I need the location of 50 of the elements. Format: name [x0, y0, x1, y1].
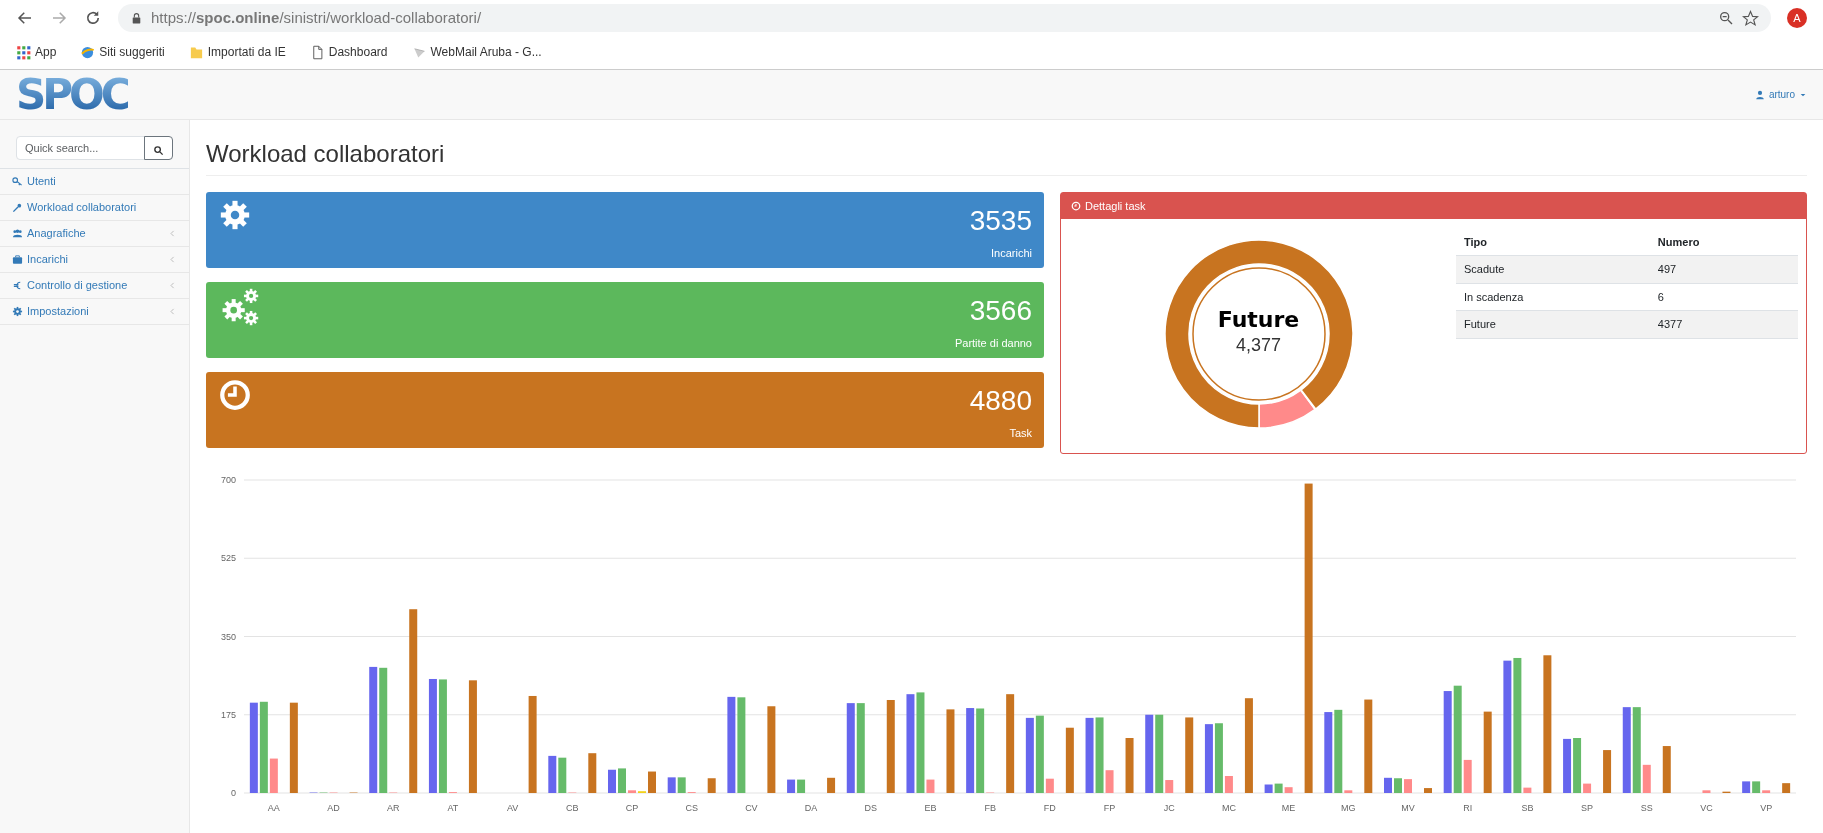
x-tick-label: FP — [1103, 802, 1116, 813]
x-tick-label: CB — [566, 802, 579, 813]
donut-center-value: 4,377 — [1235, 334, 1281, 358]
stat-label: Partite di danno — [954, 336, 1032, 352]
x-tick-label: MC — [1221, 802, 1236, 813]
column-header: Numero — [1649, 228, 1798, 256]
x-tick-label: AV — [506, 802, 519, 813]
x-tick-label: FB — [984, 802, 996, 813]
stat-value: 4880 — [969, 385, 1032, 417]
y-tick-label: 700 — [220, 474, 236, 485]
x-tick-label: DA — [804, 802, 818, 813]
y-tick-label: 350 — [220, 631, 236, 642]
table-cell: In scadenza — [1456, 283, 1650, 311]
x-tick-label: CS — [685, 802, 698, 813]
x-tick-label: MV — [1401, 802, 1415, 813]
donut-center-label: Future — [1217, 308, 1300, 333]
x-tick-label: CP — [625, 802, 639, 813]
x-tick-label: AD — [327, 802, 340, 813]
x-tick-label: SP — [1581, 802, 1594, 813]
x-tick-label: AR — [386, 802, 400, 813]
table-cell: Scadute — [1456, 255, 1650, 284]
x-tick-label: CV — [745, 802, 758, 813]
x-tick-label: JC — [1163, 802, 1175, 813]
x-tick-label: EB — [924, 802, 937, 813]
x-tick-label: VP — [1760, 802, 1773, 813]
page-title: Workload collaboratori — [206, 140, 1807, 176]
y-tick-label: 0 — [231, 787, 236, 798]
y-tick-label: 525 — [220, 553, 236, 564]
x-tick-label: SB — [1521, 802, 1534, 813]
stat-value: 3566 — [968, 295, 1032, 327]
x-tick-label: AA — [267, 802, 280, 813]
x-tick-label: DS — [864, 802, 878, 813]
url-text: https://spoc.online/sinistri/workload-collaboratori/ — [151, 7, 482, 28]
x-tick-label: RI — [1463, 802, 1473, 813]
table-cell: 4377 — [1649, 310, 1798, 339]
table-cell: Future — [1456, 310, 1650, 339]
x-tick-label: VC — [1700, 802, 1713, 813]
table-cell: 497 — [1649, 255, 1798, 284]
stat-label: Task — [1008, 426, 1032, 442]
x-tick-label: ME — [1281, 802, 1296, 813]
x-tick-label: MG — [1341, 802, 1356, 813]
y-tick-label: 175 — [220, 709, 236, 720]
x-tick-label: AT — [447, 802, 459, 813]
stat-value: 3535 — [969, 205, 1032, 237]
x-tick-label: SS — [1640, 802, 1653, 813]
column-header: Tipo — [1456, 228, 1650, 256]
x-tick-label: FD — [1043, 802, 1056, 813]
stat-label: Incarichi — [990, 246, 1032, 262]
table-cell: 6 — [1649, 283, 1798, 311]
panel-title: Dettagli task — [1085, 198, 1146, 214]
